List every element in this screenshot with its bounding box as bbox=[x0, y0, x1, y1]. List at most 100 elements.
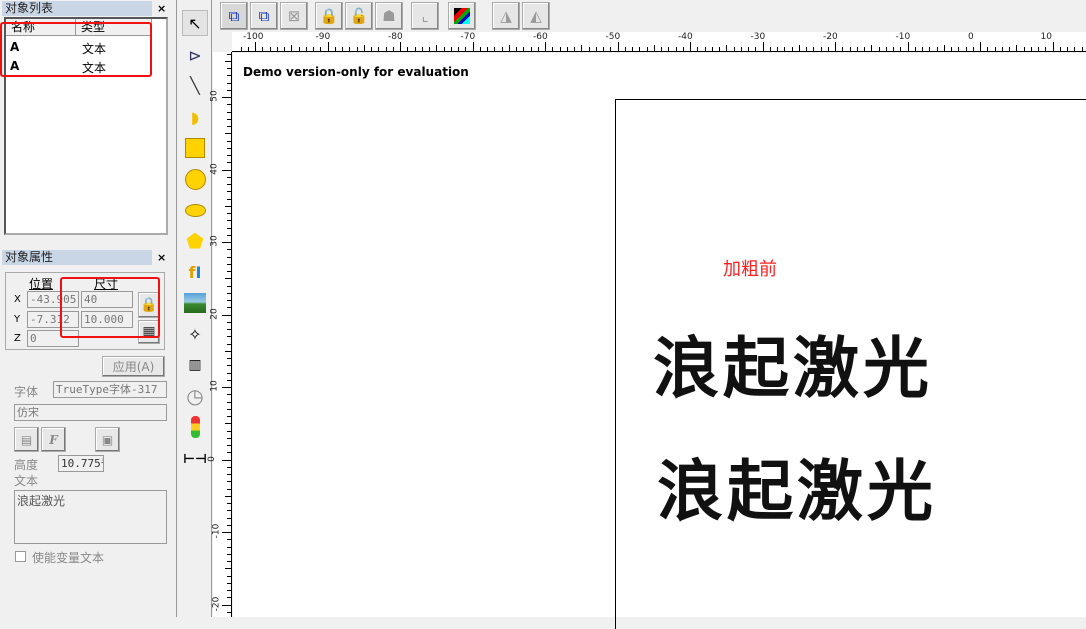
ruler-tick bbox=[421, 47, 423, 51]
text-input[interactable]: 浪起激光 bbox=[14, 490, 167, 544]
text-tool-icon[interactable]: fI bbox=[182, 259, 208, 285]
ruler-tick bbox=[516, 47, 517, 51]
ruler-tick bbox=[791, 47, 793, 51]
ruler-tick bbox=[755, 47, 757, 51]
ruler-tick bbox=[227, 184, 231, 185]
highlight-box bbox=[60, 277, 160, 338]
polygon-icon[interactable]: ⬟ bbox=[182, 228, 208, 254]
ruler-tick bbox=[349, 47, 351, 51]
ruler-tick bbox=[227, 474, 231, 475]
group-rotate-icon[interactable]: ⧉ bbox=[250, 2, 278, 30]
ruler-label: -50 bbox=[605, 32, 621, 42]
line-icon[interactable]: ╲ bbox=[182, 72, 208, 98]
ruler-tick bbox=[227, 162, 231, 164]
ruler-tick bbox=[227, 104, 231, 106]
ruler-tick bbox=[227, 517, 231, 519]
save-icon[interactable]: ▣ bbox=[95, 427, 120, 452]
ruler-tick bbox=[227, 553, 231, 555]
ruler-tick bbox=[227, 336, 231, 338]
vertical-ruler[interactable]: 50 40 30 20 10 0 -10 -20 bbox=[207, 52, 232, 617]
format-icon[interactable]: ▤ bbox=[14, 427, 39, 452]
ruler-tick bbox=[704, 47, 706, 51]
ruler-tick bbox=[227, 329, 231, 330]
font-name-select[interactable]: 仿宋 bbox=[14, 404, 167, 421]
mirror-vertical-icon[interactable]: ◭ bbox=[522, 2, 550, 30]
ruler-tick bbox=[661, 47, 662, 51]
ruler-tick bbox=[298, 47, 300, 51]
horizontal-ruler[interactable]: -100 -90 -80 -70 -60 -50 -40 -30 -20 -10 0 10 bbox=[232, 32, 1086, 52]
node-edit-icon[interactable]: ⊳ bbox=[182, 42, 208, 68]
x-label: X bbox=[14, 294, 21, 305]
mirror-horizontal-icon[interactable]: ◮ bbox=[492, 2, 520, 30]
ruler-tick bbox=[225, 568, 231, 570]
ruler-tick bbox=[552, 47, 554, 51]
origin-icon[interactable]: ⌞ bbox=[411, 2, 439, 30]
apply-button[interactable]: 应用(A) bbox=[102, 356, 165, 377]
ruler-tick bbox=[711, 47, 713, 51]
demo-watermark: Demo version-only for evaluation bbox=[243, 65, 469, 79]
ruler-tick bbox=[740, 47, 742, 51]
close-icon[interactable]: × bbox=[157, 251, 166, 264]
ruler-tick bbox=[820, 47, 822, 51]
ruler-tick bbox=[980, 42, 981, 51]
select-arrow-icon[interactable]: ↖ bbox=[182, 10, 208, 36]
ruler-tick bbox=[610, 47, 612, 51]
font-label: 字体 bbox=[14, 385, 39, 399]
ruler-tick bbox=[225, 350, 231, 352]
ruler-tick bbox=[227, 227, 231, 229]
ruler-tick bbox=[762, 42, 764, 51]
ruler-label: -10 bbox=[211, 523, 222, 539]
circle-icon[interactable] bbox=[182, 166, 208, 192]
text-value: 浪起激光 bbox=[17, 494, 66, 508]
height-value-field[interactable]: 10.775号 bbox=[58, 455, 104, 472]
ruler-label: 10 bbox=[209, 380, 220, 392]
font-type-select[interactable]: TrueType字体-317 bbox=[53, 381, 167, 398]
ruler-tick bbox=[479, 47, 481, 51]
ruler-tick bbox=[225, 423, 231, 425]
lock-icon[interactable]: 🔒 bbox=[315, 2, 343, 30]
unlock-all-icon[interactable]: ☗ bbox=[375, 2, 403, 30]
ruler-tick bbox=[255, 42, 256, 51]
ruler-tick bbox=[907, 42, 909, 51]
ruler-tick bbox=[227, 510, 231, 512]
group-icon[interactable]: ⧉ bbox=[220, 2, 248, 30]
unlock-icon[interactable]: 🔓 bbox=[345, 2, 373, 30]
properties-title: 对象属性 bbox=[2, 250, 152, 265]
barcode-icon[interactable]: ▥ bbox=[182, 352, 208, 378]
close-icon[interactable]: × bbox=[157, 2, 166, 15]
ruler-tick bbox=[227, 358, 231, 359]
variable-text-checkbox[interactable] bbox=[15, 551, 26, 562]
ruler-tick bbox=[227, 575, 231, 577]
timer-icon[interactable]: ◷ bbox=[182, 383, 208, 409]
ruler-tick bbox=[994, 47, 996, 51]
ruler-tick bbox=[1074, 47, 1076, 51]
ruler-tick bbox=[262, 47, 264, 51]
drawing-canvas[interactable]: Demo version-only for evaluation 加粗前 浪起激… bbox=[233, 53, 1086, 629]
font-icon[interactable]: F bbox=[41, 427, 66, 452]
ruler-tick bbox=[523, 47, 525, 51]
ruler-tick bbox=[900, 47, 902, 51]
ellipse-icon[interactable] bbox=[182, 197, 208, 223]
ruler-tick bbox=[574, 47, 575, 51]
ruler-tick bbox=[247, 47, 249, 51]
z-label: Z bbox=[14, 333, 21, 344]
curve-icon[interactable]: ◗ bbox=[182, 104, 208, 130]
ruler-tick bbox=[450, 47, 452, 51]
color-pen-icon[interactable] bbox=[448, 2, 476, 30]
text-object[interactable]: 浪起激光 bbox=[653, 315, 933, 411]
ruler-label: 40 bbox=[209, 162, 220, 175]
image-icon[interactable] bbox=[182, 290, 208, 316]
ruler-label: -70 bbox=[460, 32, 476, 42]
ruler-tick bbox=[227, 53, 231, 55]
input-port-icon[interactable]: ⊢⊣ bbox=[182, 446, 208, 472]
ruler-tick bbox=[392, 47, 394, 51]
rectangle-icon[interactable] bbox=[182, 135, 208, 161]
ruler-tick bbox=[240, 47, 242, 51]
ruler-tick bbox=[537, 47, 539, 51]
text-object[interactable]: 浪起激光 bbox=[657, 438, 937, 534]
ruler-tick bbox=[227, 118, 231, 120]
ruler-tick bbox=[951, 47, 952, 51]
traffic-light-icon[interactable] bbox=[182, 414, 208, 440]
vector-file-icon[interactable]: ✧ bbox=[182, 321, 208, 347]
ungroup-icon[interactable]: ⊠ bbox=[280, 2, 308, 30]
